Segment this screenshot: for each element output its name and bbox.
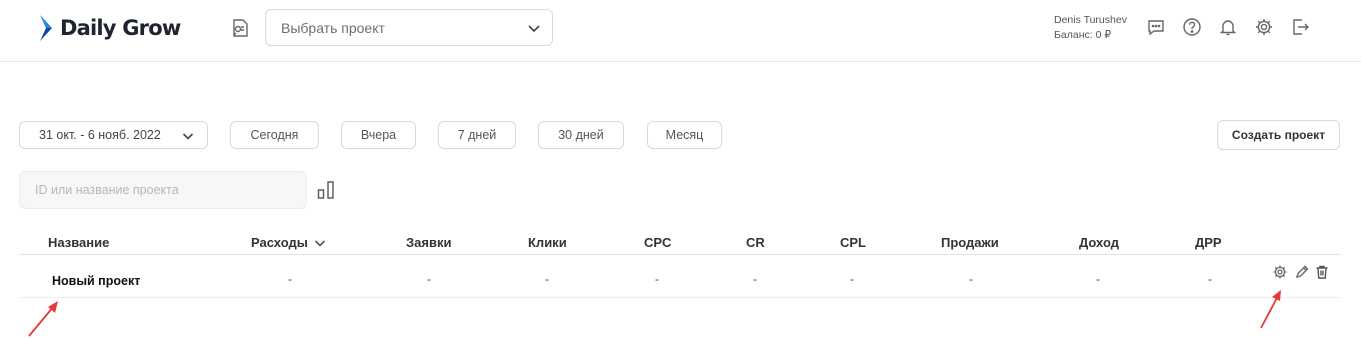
- range-yesterday-button[interactable]: Вчера: [341, 121, 416, 149]
- message-icon[interactable]: [1146, 17, 1166, 37]
- range-today-label: Сегодня: [250, 128, 299, 142]
- brand-logo[interactable]: Daily Grow: [38, 14, 181, 42]
- cell-income: -: [1096, 272, 1100, 286]
- column-header-cr: CR: [746, 235, 765, 250]
- column-header-sales: Продажи: [941, 235, 999, 250]
- cell-drr: -: [1208, 272, 1212, 286]
- range-7days-label: 7 дней: [457, 128, 497, 142]
- logout-icon[interactable]: [1290, 17, 1310, 37]
- range-30days-label: 30 дней: [558, 128, 604, 142]
- project-select-placeholder: Выбрать проект: [281, 19, 385, 36]
- sort-down-icon: [314, 239, 325, 247]
- project-select[interactable]: Выбрать проект: [265, 9, 553, 46]
- gear-icon[interactable]: [1254, 17, 1274, 37]
- table-row: [19, 255, 1341, 298]
- column-header-name: Название: [48, 235, 110, 250]
- chevron-down-icon: [182, 133, 194, 140]
- logo-mark-icon: [40, 15, 52, 41]
- user-info[interactable]: Denis Turushev Баланс: 0 ₽: [1054, 13, 1127, 43]
- project-name-link[interactable]: Новый проект: [52, 274, 140, 288]
- cell-cpc: -: [655, 272, 659, 286]
- help-icon[interactable]: [1182, 17, 1202, 37]
- column-header-expenses-label: Расходы: [251, 235, 308, 250]
- range-7days-button[interactable]: 7 дней: [438, 121, 516, 149]
- column-header-cpc: CPC: [644, 235, 672, 250]
- column-header-clicks: Клики: [528, 235, 567, 250]
- annotation-arrow-icon: [28, 301, 58, 337]
- user-balance: Баланс: 0 ₽: [1054, 29, 1112, 41]
- annotation-arrow-icon: [1260, 290, 1281, 329]
- column-header-cpl: CPL: [840, 235, 866, 250]
- delete-trash-icon[interactable]: [1314, 264, 1330, 280]
- project-search-input[interactable]: [19, 171, 307, 209]
- project-settings-icon[interactable]: [1272, 264, 1288, 280]
- cell-sales: -: [969, 272, 973, 286]
- create-project-label: Создать проект: [1231, 128, 1326, 142]
- date-range-picker[interactable]: 31 окт. - 6 нояб. 2022: [19, 121, 208, 149]
- range-month-label: Месяц: [665, 128, 704, 142]
- app-header: Daily Grow Выбрать проект Denis Turushev…: [0, 0, 1361, 62]
- column-header-drr: ДРР: [1195, 235, 1222, 250]
- cell-cr: -: [753, 272, 757, 286]
- column-header-expenses[interactable]: Расходы: [251, 235, 326, 250]
- bar-chart-icon[interactable]: [317, 180, 335, 200]
- column-header-income: Доход: [1079, 235, 1119, 250]
- date-range-label: 31 окт. - 6 нояб. 2022: [39, 128, 161, 142]
- project-report-icon[interactable]: [229, 17, 251, 39]
- bell-icon[interactable]: [1218, 17, 1238, 37]
- cell-requests: -: [427, 272, 431, 286]
- create-project-button[interactable]: Создать проект: [1217, 120, 1340, 150]
- cell-clicks: -: [545, 272, 549, 286]
- range-yesterday-label: Вчера: [360, 128, 397, 142]
- user-name: Denis Turushev: [1054, 14, 1127, 26]
- range-30days-button[interactable]: 30 дней: [538, 121, 624, 149]
- brand-name: Daily Grow: [60, 16, 181, 40]
- column-header-requests: Заявки: [406, 235, 452, 250]
- chevron-down-icon: [528, 25, 540, 33]
- edit-pencil-icon[interactable]: [1294, 264, 1310, 280]
- range-today-button[interactable]: Сегодня: [230, 121, 319, 149]
- cell-cpl: -: [850, 272, 854, 286]
- range-month-button[interactable]: Месяц: [647, 121, 722, 149]
- cell-expenses: -: [288, 272, 292, 286]
